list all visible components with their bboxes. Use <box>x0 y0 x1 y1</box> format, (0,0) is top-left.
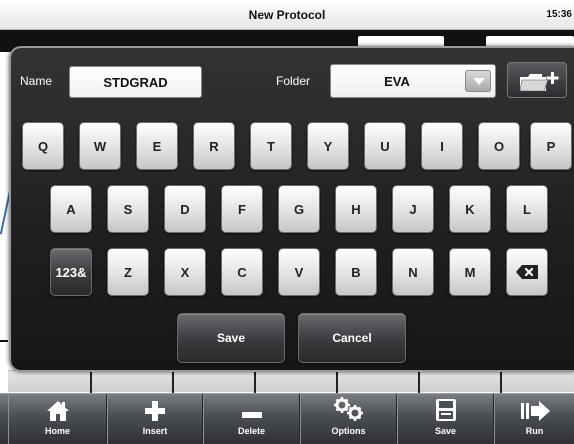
new-folder-button[interactable] <box>507 62 567 98</box>
gears-icon <box>333 397 363 421</box>
delete-button[interactable]: Delete <box>203 394 300 444</box>
new-folder-icon <box>519 72 559 92</box>
key-z[interactable]: Z <box>107 248 149 296</box>
key-p[interactable]: P <box>530 122 572 170</box>
chevron-down-icon[interactable] <box>465 70 491 92</box>
key-c[interactable]: C <box>221 248 263 296</box>
minus-icon <box>241 412 262 418</box>
insert-button[interactable]: Insert <box>107 394 203 444</box>
floppy-disk-icon <box>435 399 456 421</box>
key-f[interactable]: F <box>221 185 263 233</box>
step-divider <box>90 371 92 393</box>
key-t[interactable]: T <box>250 122 292 170</box>
cancel-button[interactable]: Cancel <box>298 313 406 363</box>
key-y[interactable]: Y <box>307 122 349 170</box>
backspace-icon <box>516 265 538 279</box>
key-n[interactable]: N <box>392 248 434 296</box>
window-title: New Protocol <box>248 8 326 22</box>
step-divider <box>172 371 174 393</box>
run-label: Run <box>525 426 544 436</box>
key-b[interactable]: B <box>335 248 377 296</box>
key-d[interactable]: D <box>164 185 206 233</box>
options-button[interactable]: Options <box>300 394 397 444</box>
folder-value: EVA <box>384 73 410 89</box>
key-e[interactable]: E <box>136 122 178 170</box>
play-arrow-icon <box>520 401 550 421</box>
plus-icon <box>145 401 165 421</box>
backspace-key[interactable] <box>506 248 548 296</box>
home-icon <box>46 401 69 421</box>
key-w[interactable]: W <box>79 122 121 170</box>
key-l[interactable]: L <box>506 185 548 233</box>
numbers-symbols-key[interactable]: 123& <box>50 248 92 296</box>
options-label: Options <box>331 426 366 436</box>
name-input[interactable]: STDGRAD <box>69 66 202 98</box>
key-o[interactable]: O <box>478 122 520 170</box>
key-j[interactable]: J <box>392 185 434 233</box>
key-m[interactable]: M <box>449 248 491 296</box>
clock: 15:36 <box>546 9 572 20</box>
key-a[interactable]: A <box>50 185 92 233</box>
key-k[interactable]: K <box>449 185 491 233</box>
step-divider <box>500 371 502 393</box>
step-divider <box>254 371 256 393</box>
key-x[interactable]: X <box>164 248 206 296</box>
key-s[interactable]: S <box>107 185 149 233</box>
bottom-toolbar: Home Insert Delete Options Save Run <box>0 393 574 444</box>
key-v[interactable]: V <box>278 248 320 296</box>
name-label: Name <box>20 74 53 88</box>
background-step-strip <box>8 370 574 393</box>
insert-label: Insert <box>142 426 168 436</box>
run-button[interactable]: Run <box>494 394 574 444</box>
home-button[interactable]: Home <box>8 394 107 444</box>
delete-label: Delete <box>237 426 265 436</box>
step-divider <box>336 371 338 393</box>
background-graph-line <box>0 340 8 342</box>
key-i[interactable]: I <box>421 122 463 170</box>
save-label: Save <box>434 426 457 436</box>
save-button[interactable]: Save <box>177 313 285 363</box>
key-u[interactable]: U <box>364 122 406 170</box>
save-protocol-button[interactable]: Save <box>397 394 494 444</box>
title-bar: New Protocol 15:36 <box>0 0 574 30</box>
key-g[interactable]: G <box>278 185 320 233</box>
key-r[interactable]: R <box>193 122 235 170</box>
step-divider <box>418 371 420 393</box>
folder-label: Folder <box>276 74 311 88</box>
folder-dropdown[interactable]: EVA <box>330 64 496 98</box>
key-q[interactable]: Q <box>22 122 64 170</box>
key-h[interactable]: H <box>335 185 377 233</box>
home-label: Home <box>44 426 70 436</box>
